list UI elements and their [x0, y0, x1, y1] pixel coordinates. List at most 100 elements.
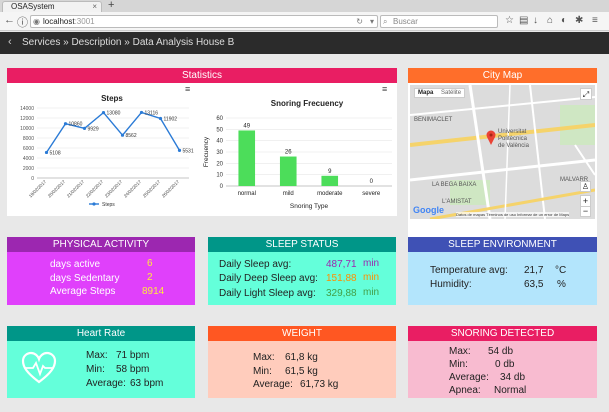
daily-sleep-unit: min [363, 258, 380, 269]
steps-legend-marker [92, 202, 96, 206]
map-graphic [410, 85, 595, 219]
steps-chart-menu-icon[interactable]: ≡ [185, 84, 190, 94]
snoring-y-tick: 40 [216, 139, 223, 145]
browser-nav-bar: ← ⓘ ◉ localhost:3001 ↻ ▾ ⌕ Buscar ☆ ▤ ↓ … [0, 12, 609, 31]
snoring-x-axis-title: Snoring Type [290, 203, 329, 210]
dropdown-icon[interactable]: ▾ [370, 16, 374, 27]
map-label: de València [498, 143, 529, 149]
steps-x-tick: 20/02/2017 [47, 179, 67, 199]
steps-x-tick: 24/02/2017 [123, 179, 143, 199]
browser-tab[interactable]: OSASystem × [2, 1, 102, 12]
map-label: BENIMACLET [414, 117, 453, 123]
close-tab-icon[interactable]: × [92, 2, 97, 12]
browser-search-input[interactable]: ⌕ Buscar [380, 15, 498, 28]
snoring-y-tick: 0 [220, 184, 224, 190]
browser-tab-bar: OSASystem × + [0, 0, 609, 12]
snoring-average-label: Average: [449, 372, 489, 383]
snoring-max-value: 54 db [488, 346, 514, 357]
statistics-title: Statistics [7, 68, 397, 83]
weight-title: WEIGHT [208, 326, 396, 341]
snoring-data-label: 0 [370, 179, 374, 185]
pocket-icon[interactable]: ◐ [561, 15, 567, 26]
steps-x-tick: 23/02/2017 [104, 179, 124, 199]
steps-point [120, 133, 125, 137]
snoring-max-label: Max: [449, 346, 471, 357]
search-placeholder: Buscar [393, 17, 418, 26]
map-view[interactable]: Mapa Satélite ⤢ BENIMACLET Universitat P… [410, 85, 595, 219]
snoring-bar [279, 156, 297, 186]
steps-data-label: 11902 [164, 116, 178, 122]
snoring-y-tick: 30 [216, 150, 223, 156]
pegman-icon[interactable]: ♙ [580, 181, 591, 192]
snoring-data-label: 9 [328, 169, 332, 175]
back-chevron-icon[interactable]: ‹ [8, 36, 12, 48]
weight-card: WEIGHT Max: 61,8 kg Min: 61,5 kg Average… [208, 326, 396, 398]
extension-icon[interactable]: ✱ [575, 15, 583, 26]
deep-sleep-value: 151,88 [326, 273, 357, 284]
snoring-chart-menu-icon[interactable]: ≡ [382, 84, 387, 94]
city-map-title: City Map [408, 68, 597, 83]
heart-pulse-icon [21, 351, 57, 384]
apnea-value: Normal [494, 385, 527, 396]
physical-activity-body: days active 6 days Sedentary 2 Average S… [7, 252, 195, 305]
steps-y-tick: 0 [31, 176, 34, 182]
new-tab-button[interactable]: + [108, 0, 114, 11]
temperature-value: 21,7 [524, 265, 544, 276]
snoring-y-tick: 60 [216, 116, 223, 122]
heart-min-value: 58 bpm [116, 364, 150, 375]
heart-rate-title: Heart Rate [7, 326, 195, 341]
snoring-data-label: 49 [243, 123, 250, 129]
star-icon[interactable]: ☆ [505, 15, 514, 26]
home-icon[interactable]: ⌂ [547, 15, 553, 26]
apnea-label: Apnea: [449, 385, 481, 396]
steps-data-label: 5531 [183, 148, 194, 154]
heart-max-label: Max: [86, 350, 108, 361]
reload-icon[interactable]: ↻ [356, 16, 363, 27]
steps-x-tick: 25/02/2017 [142, 179, 162, 199]
steps-data-label: 9929 [88, 126, 99, 132]
average-steps-label: Average Steps [50, 286, 116, 297]
hamburger-menu-icon[interactable]: ≡ [592, 15, 598, 26]
map-tab[interactable]: Mapa Satélite [414, 88, 466, 98]
heart-average-value: 63 bpm [130, 378, 164, 389]
steps-y-tick: 2000 [23, 166, 34, 172]
reading-list-icon[interactable]: ▤ [519, 15, 528, 26]
steps-point [82, 126, 87, 130]
sleep-status-body: Daily Sleep avg: 487,71 min Daily Deep S… [208, 252, 396, 305]
snoring-detected-title: SNORING DETECTED [408, 326, 597, 341]
steps-y-tick: 6000 [23, 146, 34, 152]
sleep-status-card: SLEEP STATUS Daily Sleep avg: 487,71 min… [208, 237, 396, 305]
steps-data-label: 5108 [50, 150, 61, 156]
url-bar[interactable]: ◉ localhost:3001 ↻ ▾ [30, 15, 378, 28]
snoring-chart: 0 10 20 30 40 50 60 49 normal 26 mild 9 moderate 0 sev… [203, 116, 392, 210]
steps-y-tick: 14000 [20, 106, 34, 112]
back-arrow-icon[interactable]: ← [4, 14, 15, 26]
steps-y-tick: 4000 [23, 156, 34, 162]
snoring-x-tick: moderate [317, 191, 343, 197]
zoom-out-button[interactable]: − [580, 206, 591, 217]
physical-activity-title: PHYSICAL ACTIVITY [7, 237, 195, 252]
page-info-icon: ◉ [33, 17, 40, 26]
snoring-x-tick: normal [238, 191, 256, 197]
humidity-label: Humidity: [430, 279, 472, 290]
snoring-y-tick: 10 [216, 173, 223, 179]
steps-y-tick: 10000 [20, 126, 34, 132]
snoring-y-tick: 20 [216, 161, 223, 167]
satellite-tab[interactable]: Satélite [441, 90, 461, 96]
map-footer[interactable]: Datos de mapas Términos de uso Informar … [456, 212, 570, 217]
light-sleep-value: 329,88 [326, 288, 357, 299]
search-icon: ⌕ [383, 17, 388, 26]
light-sleep-unit: min [363, 287, 380, 298]
statistics-card: Statistics Steps ≡ 0 2000 4000 6000 8000 1000… [7, 68, 397, 216]
info-icon[interactable]: ⓘ [17, 14, 28, 30]
snoring-average-value: 34 db [500, 372, 526, 383]
download-icon[interactable]: ↓ [533, 15, 538, 26]
fullscreen-icon[interactable]: ⤢ [580, 88, 592, 100]
google-logo: Google [413, 205, 444, 215]
snoring-data-label: 26 [285, 150, 292, 156]
steps-data-label: 13116 [145, 110, 159, 116]
daily-sleep-label: Daily Sleep avg: [219, 259, 292, 270]
steps-data-label: 10860 [69, 122, 83, 128]
light-sleep-label: Daily Light Sleep avg: [219, 288, 316, 299]
heart-average-label: Average: [86, 378, 126, 389]
